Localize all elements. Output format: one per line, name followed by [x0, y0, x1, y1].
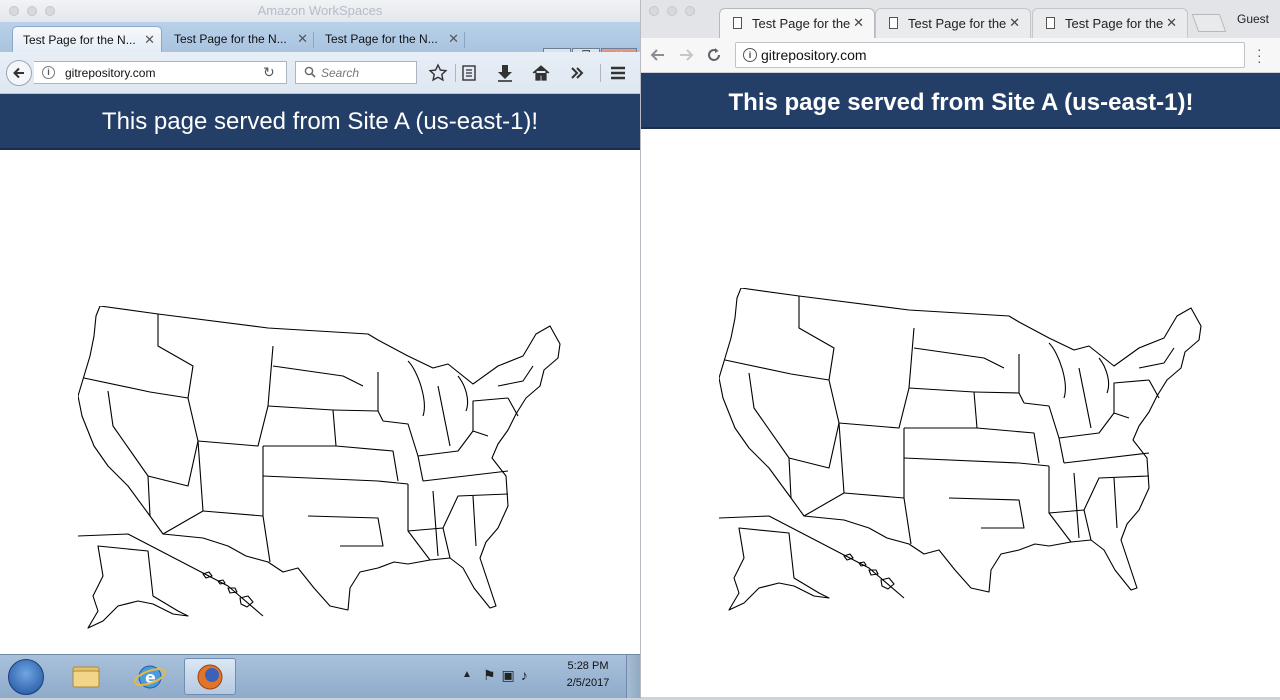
- chrome-toolbar: i gitrepository.com · · ·: [641, 38, 1280, 73]
- tab-label: Test Page for the N...: [174, 32, 287, 46]
- info-icon[interactable]: i: [743, 48, 757, 62]
- tray-expand-icon[interactable]: ▲: [462, 669, 472, 680]
- reload-icon[interactable]: ↻: [263, 64, 275, 81]
- folder-icon: [72, 666, 100, 688]
- tab-separator: [313, 32, 314, 48]
- hamburger-menu-icon[interactable]: [607, 62, 629, 84]
- url-text: gitrepository.com: [65, 66, 156, 80]
- profile-guest-label[interactable]: Guest: [1237, 12, 1269, 26]
- tab-label: Test Page for the: [908, 16, 1007, 31]
- url-text: gitrepository.com: [761, 47, 867, 63]
- show-desktop-button[interactable]: [626, 655, 641, 698]
- tab-label: Test Page for the N...: [325, 32, 438, 46]
- chrome-tabstrip: Test Page for the ✕ Test Page for the ✕ …: [641, 0, 1280, 38]
- windows-explorer-taskbar-button[interactable]: [60, 658, 112, 695]
- firefox-page-content: This page served from Site A (us-east-1)…: [0, 94, 640, 654]
- document-icon: [733, 17, 742, 29]
- windows-taskbar: e ▲ ⚑▣♪ 5:28 PM 2/5/2017: [0, 654, 641, 698]
- search-placeholder: Search: [321, 66, 360, 80]
- more-vert-icon[interactable]: · · ·: [1257, 42, 1262, 68]
- system-tray-icons[interactable]: ⚑▣♪: [483, 667, 534, 684]
- close-icon[interactable]: ✕: [448, 31, 459, 47]
- new-tab-icon[interactable]: [1191, 14, 1227, 32]
- address-bar[interactable]: i gitrepository.com: [735, 42, 1245, 68]
- tab-label: Test Page for the: [1065, 16, 1164, 31]
- internet-explorer-taskbar-button[interactable]: e: [124, 658, 176, 695]
- reload-icon[interactable]: [705, 46, 723, 64]
- chrome-page-content: This page served from Site A (us-east-1)…: [641, 73, 1280, 697]
- search-input[interactable]: Search: [295, 61, 417, 84]
- workspaces-window: Amazon WorkSpaces Test Page for the N...…: [0, 0, 641, 698]
- close-icon[interactable]: ✕: [1166, 15, 1177, 31]
- clock-time[interactable]: 5:28 PM: [565, 660, 611, 672]
- tab-separator: [464, 32, 465, 48]
- toolbar-separator: [455, 64, 456, 82]
- document-icon: [889, 17, 898, 29]
- us-map-image: [719, 288, 1202, 611]
- firefox-tabstrip: Test Page for the N... ✕ Test Page for t…: [0, 22, 640, 68]
- tab-label: Test Page for the N...: [23, 33, 136, 47]
- firefox-tab-1[interactable]: Test Page for the N... ✕: [12, 26, 162, 52]
- bookmark-star-icon[interactable]: [427, 62, 449, 84]
- chrome-window: Test Page for the ✕ Test Page for the ✕ …: [640, 0, 1280, 697]
- chrome-tab-2[interactable]: Test Page for the ✕: [875, 8, 1031, 38]
- search-icon: [304, 66, 316, 78]
- firefox-icon: [197, 664, 223, 690]
- close-icon[interactable]: ✕: [853, 15, 864, 31]
- page-heading: This page served from Site A (us-east-1)…: [0, 94, 640, 150]
- forward-icon[interactable]: [677, 46, 695, 64]
- firefox-taskbar-button[interactable]: [184, 658, 236, 695]
- firefox-tab-2[interactable]: Test Page for the N... ✕: [164, 26, 314, 52]
- close-icon[interactable]: ✕: [144, 32, 155, 48]
- download-icon[interactable]: [494, 62, 516, 84]
- start-orb-icon[interactable]: [8, 659, 44, 695]
- close-icon[interactable]: ✕: [297, 31, 308, 47]
- info-icon[interactable]: i: [42, 66, 55, 79]
- back-button[interactable]: [6, 60, 32, 86]
- home-icon[interactable]: [530, 62, 552, 84]
- internet-explorer-icon: e: [133, 665, 167, 689]
- overflow-icon[interactable]: [566, 62, 588, 84]
- chrome-tab-1[interactable]: Test Page for the ✕: [719, 8, 875, 38]
- minimize-window-dot[interactable]: [667, 6, 677, 16]
- close-icon[interactable]: ✕: [1009, 15, 1020, 31]
- zoom-window-dot[interactable]: [685, 6, 695, 16]
- chrome-tab-3[interactable]: Test Page for the ✕: [1032, 8, 1188, 38]
- firefox-tab-3[interactable]: Test Page for the N... ✕: [315, 26, 465, 52]
- back-icon: [13, 67, 24, 79]
- back-icon[interactable]: [649, 46, 667, 64]
- us-map-image: [78, 306, 561, 629]
- url-bar[interactable]: i gitrepository.com ↻: [34, 61, 287, 84]
- clock-date[interactable]: 2/5/2017: [561, 677, 615, 689]
- page-heading: This page served from Site A (us-east-1)…: [641, 73, 1280, 129]
- workspaces-titlebar: Amazon WorkSpaces: [0, 0, 640, 23]
- toolbar-separator: [600, 64, 601, 82]
- firefox-navbar: i gitrepository.com ↻ Search: [0, 52, 640, 94]
- tab-label: Test Page for the: [752, 16, 851, 31]
- close-window-dot[interactable]: [649, 6, 659, 16]
- reading-list-icon[interactable]: [458, 62, 480, 84]
- window-title: Amazon WorkSpaces: [257, 3, 383, 18]
- document-icon: [1046, 17, 1055, 29]
